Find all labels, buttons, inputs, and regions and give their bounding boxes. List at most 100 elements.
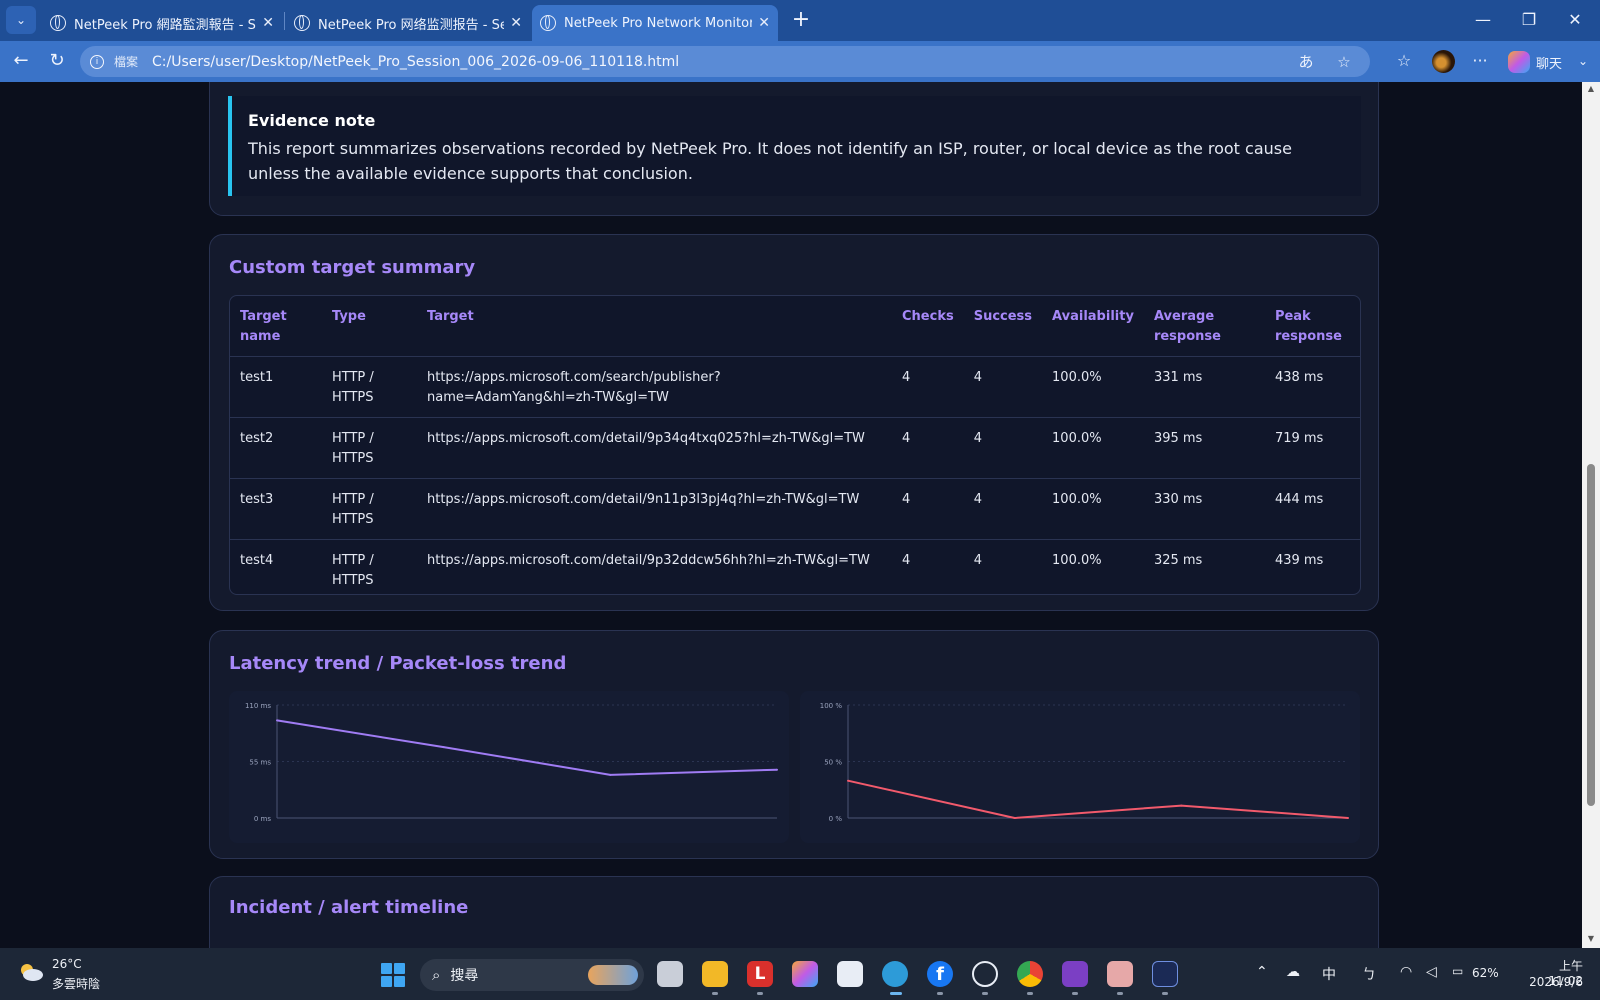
cell-availability: 100.0% (1042, 356, 1144, 418)
section-title: Incident / alert timeline (229, 897, 469, 918)
cell-peak-response: 719 ms (1264, 417, 1360, 479)
taskbar-search[interactable]: ⌕ 搜尋 (420, 959, 644, 991)
section-title: Latency trend / Packet-loss trend (229, 653, 567, 674)
star-icon[interactable]: ☆ (1332, 53, 1356, 71)
favorites-icon[interactable]: ☆ (1392, 49, 1416, 73)
close-icon[interactable]: ✕ (262, 15, 274, 31)
cell-success: 4 (963, 478, 1043, 540)
ime-mode-icon[interactable]: ㄅ (1362, 964, 1376, 984)
series-line (276, 719, 778, 776)
more-icon[interactable]: ··· (1468, 49, 1492, 73)
cell-average-response: 325 ms (1153, 553, 1203, 568)
cell-type: HTTP / HTTPS (322, 417, 417, 479)
close-icon[interactable]: ✕ (758, 15, 770, 31)
column-header: Availability (1042, 296, 1144, 357)
running-indicator (1117, 992, 1123, 995)
weather-temperature[interactable]: 26°C (52, 957, 82, 971)
cell-checks: 4 (902, 553, 911, 568)
close-window-button[interactable]: ✕ (1555, 8, 1595, 32)
tab-1[interactable]: NetPeek Pro 網路監測報告 - Session 006 ✕ (42, 5, 282, 41)
file-explorer-icon[interactable] (702, 961, 728, 987)
scroll-up-icon[interactable]: ▲ (1586, 84, 1596, 93)
cell-target-url: https://apps.microsoft.com/search/publis… (417, 356, 892, 418)
running-indicator (712, 992, 718, 995)
new-tab-button[interactable]: + (788, 9, 814, 33)
cell-target-url: https://apps.microsoft.com/detail/9p32dd… (427, 553, 870, 568)
task-view-icon[interactable] (657, 961, 683, 987)
custom-target-table: Target name Type Target Checks Success A… (229, 295, 1361, 595)
y-tick-label: 55 ms (249, 759, 271, 767)
latency-chart-svg: 0 ms 55 ms 110 ms (245, 702, 778, 823)
ime-indicator[interactable]: 中 (1322, 964, 1336, 984)
tab-actions-button[interactable]: ⌄ (6, 6, 36, 34)
chevron-down-icon[interactable]: ⌄ (1574, 49, 1592, 73)
back-button[interactable]: ← (8, 49, 34, 73)
globe-icon (540, 15, 556, 31)
latency-trend-chart: 0 ms 55 ms 110 ms (229, 691, 789, 843)
cell-average-response: 330 ms (1143, 478, 1265, 540)
facebook-icon[interactable]: f (927, 961, 953, 987)
custom-target-card: Custom target summary Target name Type T… (209, 234, 1379, 611)
cell-average-response: 395 ms (1143, 417, 1265, 479)
avatar[interactable] (1432, 50, 1455, 73)
evidence-card: Evidence note This report summarizes obs… (209, 82, 1379, 216)
chat-label[interactable]: 聊天 (1536, 53, 1562, 72)
cell-average-response: 331 ms (1143, 356, 1265, 418)
chrome-icon[interactable] (1017, 961, 1043, 987)
cell-target-name: test4 (240, 553, 274, 568)
close-icon[interactable]: ✕ (510, 15, 522, 31)
microsoft-store-icon[interactable] (837, 961, 863, 987)
netpeek-app-icon[interactable] (1152, 961, 1178, 987)
table-row: test4 HTTP / HTTPS https://apps.microsof… (230, 540, 1360, 595)
column-header: Checks (892, 296, 964, 357)
info-icon[interactable]: i (90, 54, 104, 69)
scrollbar[interactable]: ▲ ▼ (1582, 82, 1600, 948)
chevron-up-icon[interactable]: ⌃ (1256, 964, 1268, 980)
running-indicator (982, 992, 988, 995)
evidence-note: Evidence note This report summarizes obs… (228, 96, 1361, 196)
l-app-icon[interactable]: L (747, 961, 773, 987)
copilot-app-icon[interactable] (792, 961, 818, 987)
clock-date[interactable]: 2026/9/6 (1523, 975, 1583, 989)
cell-target-url: https://apps.microsoft.com/detail/9p34q4… (417, 417, 892, 479)
wifi-icon[interactable]: ◠ (1400, 964, 1412, 980)
globe-icon (294, 15, 310, 31)
cloud-sun-icon[interactable] (18, 962, 44, 982)
url-field[interactable]: i 檔案 C:/Users/user/Desktop/NetPeek_Pro_S… (80, 46, 1370, 77)
edge-browser-icon[interactable] (882, 961, 908, 987)
weather-description[interactable]: 多雲時陰 (52, 975, 100, 992)
battery-icon[interactable]: ▭ (1452, 964, 1463, 978)
scroll-down-icon[interactable]: ▼ (1586, 934, 1596, 943)
cell-availability: 100.0% (1042, 478, 1144, 540)
tab-2[interactable]: NetPeek Pro 网络监测报告 - Session 006 ✕ (286, 5, 530, 41)
app-icon[interactable] (1107, 961, 1133, 987)
table-header-row: Target name Type Target Checks Success A… (230, 296, 1360, 357)
chatgpt-icon[interactable] (972, 961, 998, 987)
minimize-button[interactable]: — (1463, 8, 1503, 32)
onenote-icon[interactable] (1062, 961, 1088, 987)
windows-start-icon[interactable] (381, 963, 405, 987)
column-header: Target (417, 296, 892, 357)
data-point (776, 768, 778, 771)
copilot-icon[interactable] (1508, 51, 1530, 73)
url-text[interactable]: C:/Users/user/Desktop/NetPeek_Pro_Sessio… (152, 54, 1294, 70)
incident-card: Incident / alert timeline (209, 876, 1379, 948)
evidence-title: Evidence note (248, 111, 376, 130)
onedrive-cloud-icon[interactable]: ☁ (1286, 964, 1300, 980)
battery-percent[interactable]: 62% (1472, 966, 1499, 980)
y-tick-label: 0 ms (254, 815, 271, 823)
refresh-button[interactable]: ↻ (44, 49, 70, 73)
data-point (1013, 817, 1016, 819)
data-point (1347, 817, 1349, 819)
scroll-thumb[interactable] (1587, 464, 1595, 806)
restore-button[interactable]: ❐ (1509, 8, 1549, 32)
series-line (847, 779, 1349, 819)
search-highlight-image (588, 965, 638, 985)
volume-icon[interactable]: ◁ (1426, 964, 1437, 980)
translate-icon[interactable]: あ (1294, 51, 1318, 72)
tab-title: NetPeek Pro Network Monitoring Report (564, 15, 753, 31)
y-tick-label: 100 % (820, 702, 843, 710)
tab-3-active[interactable]: NetPeek Pro Network Monitoring Report ✕ (532, 5, 778, 41)
cell-checks: 4 (892, 478, 964, 540)
page-viewport: Evidence note This report summarizes obs… (4, 82, 1582, 948)
